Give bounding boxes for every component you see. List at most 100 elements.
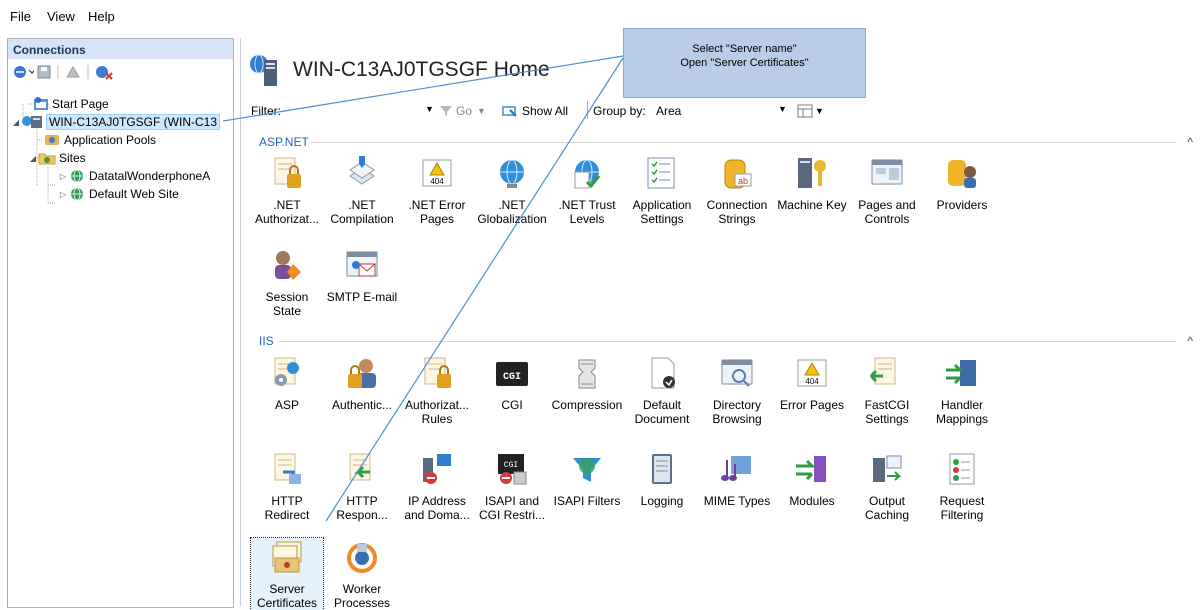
feature-label-line2: CGI Restri... (478, 508, 545, 522)
feature-directory-browsing[interactable]: Directory Browsing (701, 354, 773, 426)
filter-label: Filter: (251, 104, 281, 118)
logging-icon (642, 450, 682, 490)
collapse-arrow-icon[interactable]: ◢ (11, 118, 21, 127)
menu-file[interactable]: File (10, 9, 31, 24)
feature-fastcgi[interactable]: FastCGI Settings (851, 354, 923, 426)
feature-label: HTTP (346, 494, 378, 508)
feature-providers[interactable]: Providers (926, 154, 998, 212)
feature-logging[interactable]: Logging (626, 450, 698, 508)
collapse-section-icon[interactable]: ^ (1187, 135, 1193, 149)
feature-output-caching[interactable]: Output Caching (851, 450, 923, 522)
tree-item-sites[interactable]: ◢ Sites (28, 149, 86, 167)
feature-http-redirect[interactable]: HTTP Redirect (251, 450, 323, 522)
filter-input[interactable] (287, 100, 421, 122)
feature-error-pages-iis[interactable]: 404 Error Pages (776, 354, 848, 412)
fastcgi-icon (867, 354, 907, 394)
feature-label: Compression (551, 398, 623, 412)
globalization-icon (492, 154, 532, 194)
feature-compilation[interactable]: .NET Compilation (326, 154, 398, 226)
tree-item-default-web-site[interactable]: ▷ Default Web Site (58, 185, 179, 203)
feature-request-filtering[interactable]: Request Filtering (926, 450, 998, 522)
group-by-select[interactable]: Area (656, 104, 681, 118)
view-mode-button[interactable]: ▼ (797, 104, 824, 118)
tree-item-site-datatal[interactable]: ▷ DatatalWonderphoneA (58, 167, 210, 185)
feature-label-line2: Caching (864, 508, 910, 522)
http-redirect-icon (267, 450, 307, 490)
save-icon[interactable] (36, 64, 52, 83)
go-dropdown-icon[interactable]: ▼ (477, 106, 486, 116)
feature-label: ISAPI Filters (553, 494, 621, 508)
feature-modules[interactable]: Modules (776, 450, 848, 508)
smtp-email-icon (342, 246, 382, 286)
filter-bar: Filter: ▼ Go ▼ Show All Group by: Area ▼… (251, 100, 1195, 124)
feature-default-document[interactable]: Default Document (626, 354, 698, 426)
feature-globalization[interactable]: .NET Globalization (476, 154, 548, 226)
feature-app-settings[interactable]: Application Settings (626, 154, 698, 226)
feature-asp[interactable]: ASP (251, 354, 323, 412)
tree-item-application-pools[interactable]: Application Pools (43, 131, 156, 149)
feature-error-pages[interactable]: 404 .NET Error Pages (401, 154, 473, 226)
features-view: WIN-C13AJ0TGSGF Home Filter: ▼ Go ▼ Show… (240, 38, 1204, 610)
connections-toolbar (8, 59, 233, 85)
feature-session-state[interactable]: Session State (251, 246, 323, 318)
filter-dropdown-icon[interactable]: ▼ (425, 104, 434, 114)
expand-arrow-icon[interactable]: ▷ (58, 172, 68, 181)
feature-isapi-filters[interactable]: ISAPI Filters (551, 450, 623, 508)
feature-connection-strings[interactable]: ab Connection Strings (701, 154, 773, 226)
machine-key-icon (792, 154, 832, 194)
pages-controls-icon (867, 154, 907, 194)
feature-label: Logging (640, 494, 684, 508)
feature-worker-processes[interactable]: Worker Processes (326, 538, 398, 610)
feature-authorization-rules[interactable]: Authorizat... Rules (401, 354, 473, 426)
feature-handler-mappings[interactable]: Handler Mappings (926, 354, 998, 426)
default-document-icon (642, 354, 682, 394)
collapse-arrow-icon[interactable]: ◢ (28, 154, 38, 163)
tree-item-start-page[interactable]: Start Page (33, 95, 109, 113)
feature-label: Session State (265, 290, 309, 318)
sites-folder-icon (38, 153, 56, 165)
go-button[interactable]: Go ▼ (439, 104, 486, 118)
connect-icon[interactable] (12, 64, 36, 83)
feature-authentication[interactable]: Authentic... (326, 354, 398, 412)
feature-label: Connection (706, 198, 768, 212)
feature-pages-controls[interactable]: Pages and Controls (851, 154, 923, 226)
server-home-icon (250, 54, 277, 86)
menu-view[interactable]: View (47, 9, 75, 24)
svg-text:ab: ab (738, 176, 748, 186)
group-by-dropdown-icon[interactable]: ▼ (778, 104, 787, 114)
show-all-button[interactable]: Show All (501, 104, 568, 118)
feature-label-line2: Compilation (330, 212, 394, 226)
feature-label: Output (868, 494, 906, 508)
authorization-rules-icon (417, 354, 457, 394)
feature-smtp-email[interactable]: SMTP E-mail (326, 246, 398, 304)
feature-mime-types[interactable]: MIME Types (701, 450, 773, 508)
feature-server-certificates[interactable]: Server Certificates (250, 537, 324, 610)
feature-trust-levels[interactable]: .NET Trust Levels (551, 154, 623, 226)
up-level-icon[interactable] (64, 64, 82, 83)
feature-machine-key[interactable]: Machine Key (776, 154, 848, 212)
feature-label-line2: Pages (419, 212, 455, 226)
tree-item-server[interactable]: ◢ WIN-C13AJ0TGSGF (WIN-C13 (11, 113, 221, 131)
feature-cgi[interactable]: CGI CGI (476, 354, 548, 412)
feature-http-response[interactable]: HTTP Respon... (326, 450, 398, 522)
collapse-section-icon[interactable]: ^ (1187, 334, 1193, 348)
feature-label: Authorizat... (404, 398, 470, 412)
disconnect-icon[interactable] (94, 64, 114, 83)
feature-authorization[interactable]: .NET Authorizat... (251, 154, 323, 226)
feature-isapi-cgi[interactable]: CGI ISAPI and CGI Restri... (476, 450, 548, 522)
http-response-icon (342, 450, 382, 490)
feature-compression[interactable]: Compression (551, 354, 623, 412)
connection-strings-icon: ab (717, 154, 757, 194)
section-header-iis: IIS (259, 334, 274, 348)
svg-text:404: 404 (430, 177, 444, 186)
feature-label-line2: Settings (865, 412, 909, 426)
view-icon (797, 104, 813, 118)
feature-label: Application (632, 198, 692, 212)
feature-ip-address[interactable]: IP Address and Doma... (401, 450, 473, 522)
callout-line-2: Open "Server Certificates" (680, 57, 809, 69)
menu-help[interactable]: Help (88, 9, 115, 24)
feature-label-line2: Rules (421, 412, 453, 426)
mime-types-icon (717, 450, 757, 490)
expand-arrow-icon[interactable]: ▷ (58, 190, 68, 199)
application-pools-icon (45, 135, 59, 145)
